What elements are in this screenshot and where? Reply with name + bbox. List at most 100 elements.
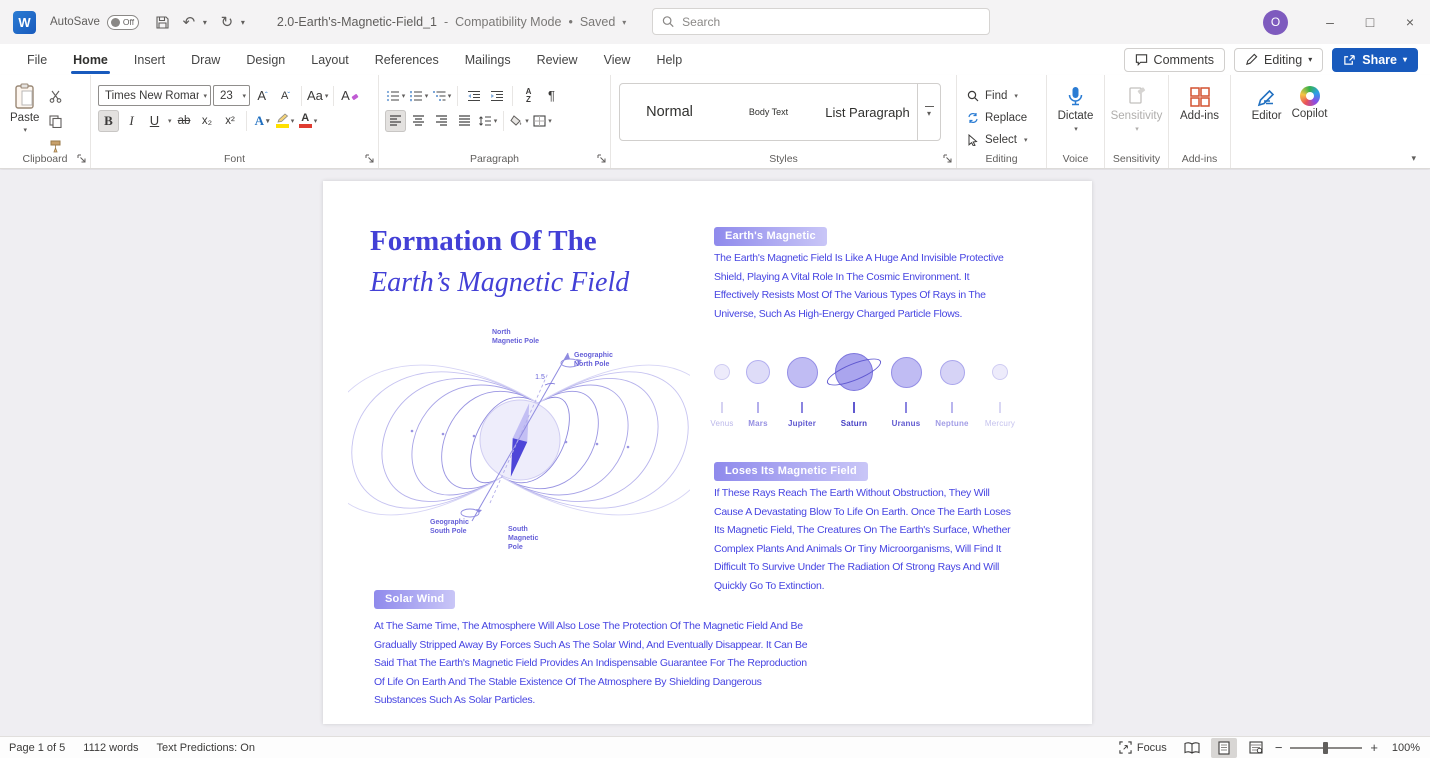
planet-jupiter: Jupiter [773, 352, 831, 428]
underline-button[interactable]: U [144, 110, 165, 132]
paste-button[interactable]: Paste ▾ [10, 83, 39, 157]
clipboard-dialog-launcher-icon[interactable] [77, 154, 86, 163]
shrink-font-button[interactable]: Aˇ [275, 85, 296, 107]
tab-insert[interactable]: Insert [121, 44, 178, 75]
numbered-list-button[interactable]: ▾ [408, 85, 429, 107]
tab-file[interactable]: File [14, 44, 60, 75]
zoom-in-button[interactable]: + [1370, 740, 1378, 755]
section-paragraph: The Earth's Magnetic Field Is Like A Hug… [714, 249, 1012, 323]
style-list-paragraph[interactable]: List Paragraph [818, 84, 917, 140]
align-right-button[interactable] [431, 110, 452, 132]
paragraph-dialog-launcher-icon[interactable] [597, 154, 606, 163]
saved-status: Saved [580, 15, 615, 29]
styles-more-button[interactable]: ▾ [917, 84, 940, 140]
document-title[interactable]: 2.0-Earth's-Magnetic-Field_1 - Compatibi… [277, 15, 626, 29]
shading-button[interactable]: ▾ [509, 110, 530, 132]
tab-design[interactable]: Design [233, 44, 298, 75]
addins-button[interactable]: Add-ins [1169, 83, 1230, 122]
font-size-dropdown-icon[interactable]: ▾ [242, 92, 246, 100]
bullet-list-button[interactable]: ▾ [385, 85, 406, 107]
focus-mode-button[interactable]: Focus [1113, 741, 1173, 754]
superscript-button[interactable]: x² [220, 110, 241, 132]
tab-review[interactable]: Review [524, 44, 591, 75]
font-size-combobox[interactable]: ▾ [213, 85, 250, 106]
strikethrough-button[interactable]: ab [174, 110, 195, 132]
minimize-button[interactable]: – [1310, 0, 1350, 44]
find-button[interactable]: Find ▾ [967, 85, 1046, 107]
font-dialog-launcher-icon[interactable] [365, 154, 374, 163]
dictate-button[interactable]: Dictate ▾ [1047, 83, 1104, 133]
zoom-percentage[interactable]: 100% [1384, 742, 1420, 754]
maximize-button[interactable]: □ [1350, 0, 1390, 44]
increase-indent-button[interactable] [486, 85, 507, 107]
change-case-button[interactable]: Aa▾ [307, 85, 328, 107]
justify-button[interactable] [454, 110, 475, 132]
underline-dropdown-icon[interactable]: ▾ [168, 117, 172, 125]
search-input[interactable] [682, 15, 980, 29]
align-left-button[interactable] [385, 110, 406, 132]
highlight-button[interactable]: ▾ [275, 110, 296, 132]
share-button[interactable]: Share ▾ [1332, 48, 1418, 72]
close-button[interactable]: × [1390, 0, 1430, 44]
align-center-button[interactable] [408, 110, 429, 132]
undo-dropdown-icon[interactable]: ▾ [203, 18, 213, 27]
font-color-button[interactable]: A ▾ [298, 110, 319, 132]
word-count[interactable]: 1112 words [74, 742, 147, 754]
zoom-thumb[interactable] [1323, 742, 1328, 754]
copilot-button[interactable]: Copilot [1292, 83, 1328, 168]
tab-help[interactable]: Help [643, 44, 695, 75]
autosave-toggle[interactable]: Off [107, 15, 139, 30]
qat-customize-icon[interactable]: ▾ [241, 18, 251, 27]
tab-references[interactable]: References [362, 44, 452, 75]
tab-layout[interactable]: Layout [298, 44, 362, 75]
page-indicator[interactable]: Page 1 of 5 [0, 742, 74, 754]
save-button[interactable] [151, 9, 175, 35]
style-normal[interactable]: Normal [620, 84, 719, 140]
font-size-input[interactable] [220, 90, 238, 102]
sensitivity-button[interactable]: Sensitivity ▾ [1105, 83, 1168, 133]
font-name-combobox[interactable]: ▾ [98, 85, 211, 106]
zoom-track[interactable] [1290, 747, 1362, 749]
undo-button[interactable]: ↶ [177, 9, 201, 35]
bold-button[interactable]: B [98, 110, 119, 132]
document-area[interactable]: Formation Of The Earth’s Magnetic Field [0, 170, 1430, 736]
tab-mailings[interactable]: Mailings [452, 44, 524, 75]
line-spacing-button[interactable]: ▾ [477, 110, 498, 132]
font-name-input[interactable] [105, 90, 199, 102]
tab-draw[interactable]: Draw [178, 44, 233, 75]
grow-font-button[interactable]: Aˆ [252, 85, 273, 107]
copy-button[interactable] [45, 110, 66, 132]
document-page[interactable]: Formation Of The Earth’s Magnetic Field [323, 181, 1092, 724]
collapse-ribbon-icon[interactable]: ▾ [1411, 153, 1416, 164]
style-body-text[interactable]: Body Text [719, 84, 818, 140]
text-effects-button[interactable]: A▾ [252, 110, 273, 132]
read-mode-button[interactable] [1179, 738, 1205, 758]
multilevel-list-button[interactable]: ▾ [431, 85, 452, 107]
search-box[interactable] [652, 8, 990, 35]
tab-home[interactable]: Home [60, 44, 121, 75]
select-button[interactable]: Select ▾ [967, 129, 1046, 151]
show-formatting-button[interactable]: ¶ [541, 85, 562, 107]
styles-dialog-launcher-icon[interactable] [943, 154, 952, 163]
subscript-button[interactable]: x₂ [197, 110, 218, 132]
decrease-indent-button[interactable] [463, 85, 484, 107]
text-predictions-status[interactable]: Text Predictions: On [148, 742, 264, 754]
avatar[interactable]: O [1263, 10, 1288, 35]
clear-formatting-button[interactable]: A [339, 85, 360, 107]
font-name-dropdown-icon[interactable]: ▾ [203, 92, 207, 100]
print-layout-button[interactable] [1211, 738, 1237, 758]
cut-button[interactable] [45, 85, 66, 107]
web-layout-button[interactable] [1243, 738, 1269, 758]
zoom-out-button[interactable]: − [1275, 740, 1283, 755]
editing-mode-button[interactable]: Editing ▾ [1234, 48, 1323, 72]
italic-button[interactable]: I [121, 110, 142, 132]
saved-dropdown-icon[interactable]: ▾ [622, 18, 626, 27]
comments-button[interactable]: Comments [1124, 48, 1225, 72]
tab-view[interactable]: View [591, 44, 644, 75]
word-logo-icon[interactable]: W [13, 11, 36, 34]
sort-button[interactable]: A Z [518, 85, 539, 107]
editor-button[interactable]: Editor [1252, 83, 1282, 168]
replace-button[interactable]: Replace [967, 107, 1046, 129]
borders-button[interactable]: ▾ [532, 110, 553, 132]
redo-button[interactable]: ↻ [215, 9, 239, 35]
